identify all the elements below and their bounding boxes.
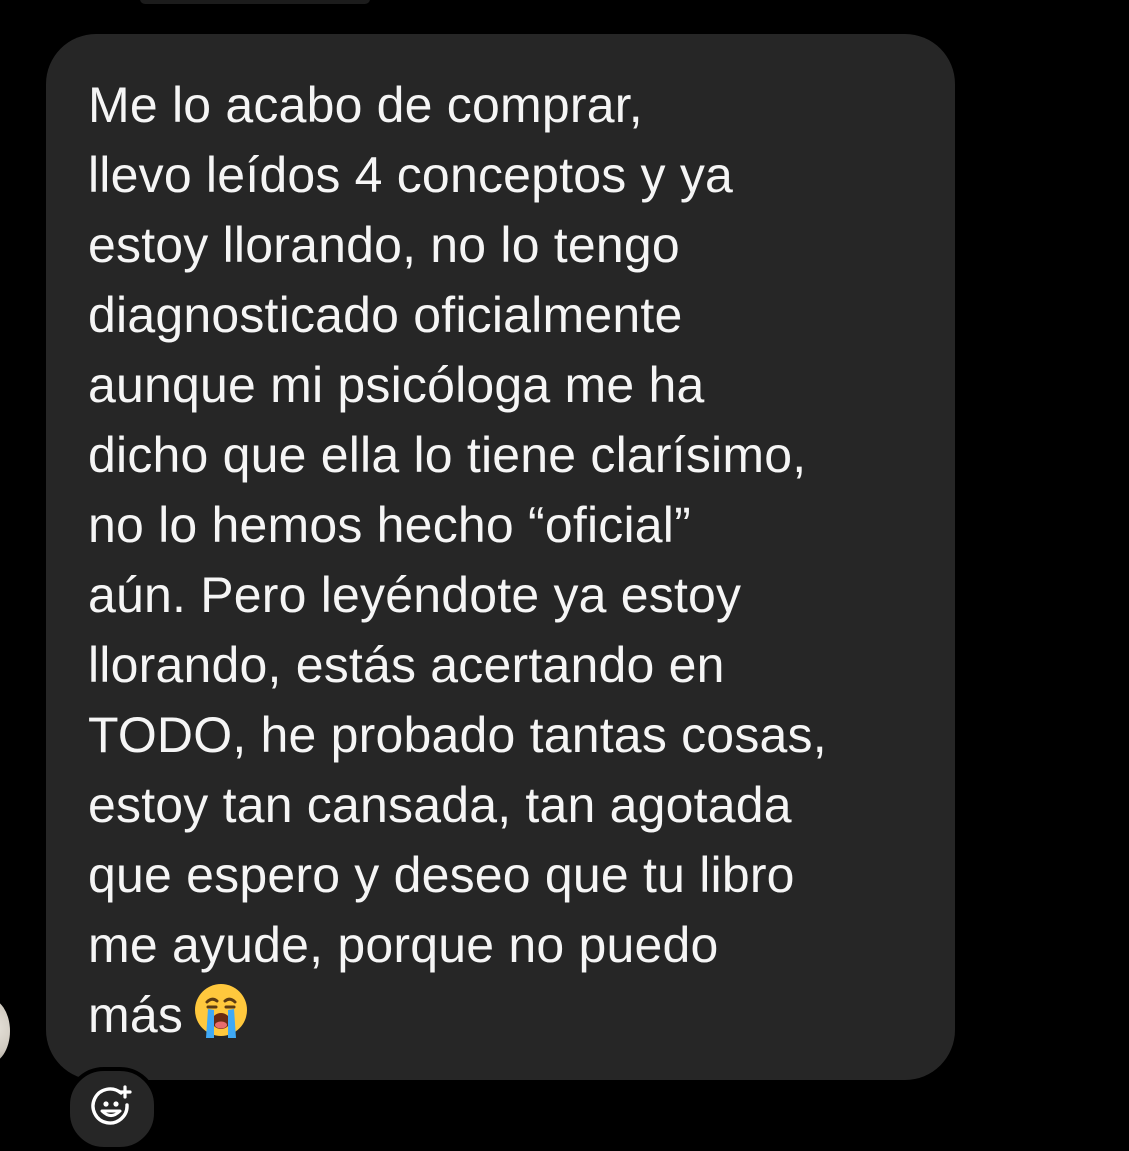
loudly-crying-face-icon [191, 980, 251, 1058]
previous-message-edge [140, 0, 370, 4]
message-bubble[interactable]: Me lo acabo de comprar, llevo leídos 4 c… [46, 34, 955, 1080]
message-line: me ayude, porque no puedo [88, 917, 719, 973]
message-line: Me lo acabo de comprar, [88, 77, 643, 133]
message-line: dicho que ella lo tiene clarísimo, [88, 427, 807, 483]
add-reaction-icon [90, 1084, 134, 1134]
sender-avatar[interactable] [0, 998, 10, 1064]
message-line: llevo leídos 4 conceptos y ya [88, 147, 734, 203]
message-line: aunque mi psicóloga me ha [88, 357, 705, 413]
message-line: que espero y deseo que tu libro [88, 847, 795, 903]
message-line: no lo hemos hecho “oficial” [88, 497, 691, 553]
add-reaction-button[interactable] [66, 1067, 158, 1151]
message-last-line: más [88, 980, 915, 1058]
message-line: llorando, estás acertando en [88, 637, 725, 693]
message-line-text: más [88, 987, 184, 1043]
message-line: diagnosticado oficialmente [88, 287, 683, 343]
message-line: aún. Pero leyéndote ya estoy [88, 567, 742, 623]
message-line: estoy tan cansada, tan agotada [88, 777, 792, 833]
message-line: TODO, he probado tantas cosas, [88, 707, 827, 763]
message-line: estoy llorando, no lo tengo [88, 217, 680, 273]
